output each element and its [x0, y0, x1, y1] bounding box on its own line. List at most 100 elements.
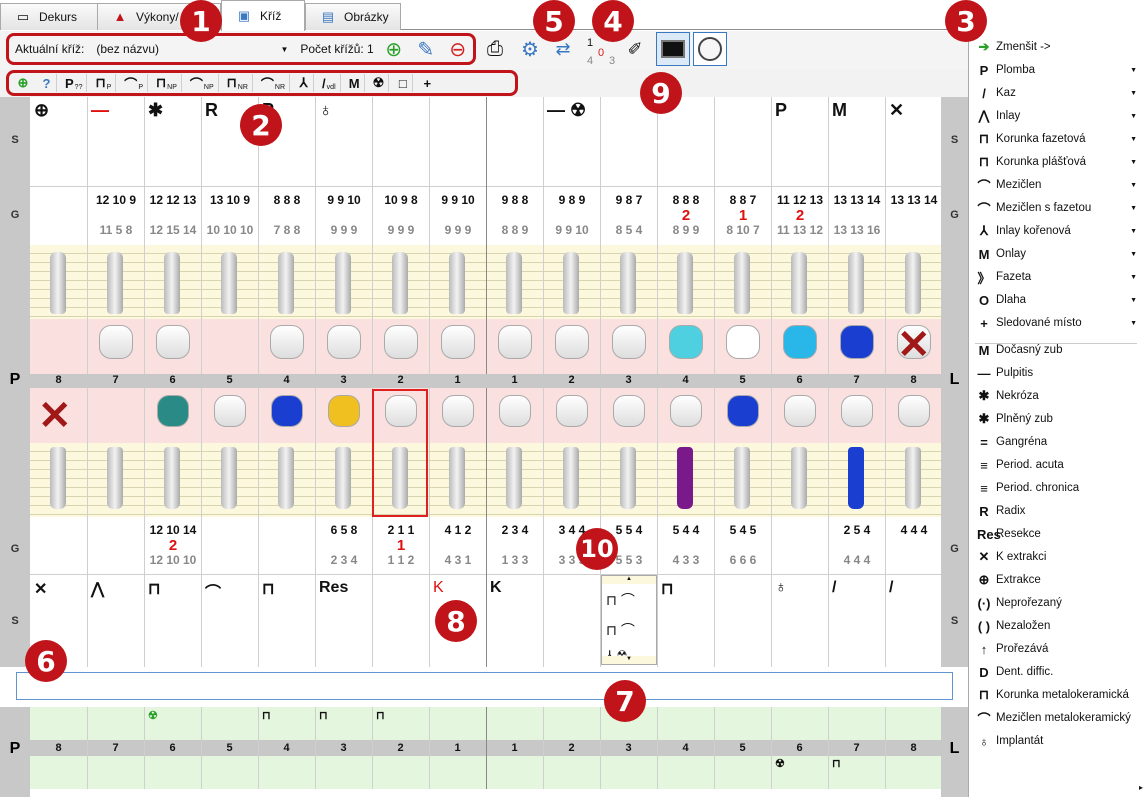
upper-crown[interactable]	[498, 325, 532, 359]
legend-item-3[interactable]: ⋀ Inlay ▼	[977, 105, 1137, 127]
lower-root[interactable]	[221, 447, 237, 509]
lower-root[interactable]	[620, 447, 636, 509]
upper-crown[interactable]	[99, 325, 133, 359]
tool-onlay[interactable]: M	[345, 74, 365, 92]
legend-item-22[interactable]: ✕ K extrakci	[977, 546, 1137, 568]
legend-item-21[interactable]: Res Resekce	[977, 523, 1137, 545]
lower-crown[interactable]	[670, 395, 702, 427]
tool-mezicl-nr[interactable]: ⌒ NR	[257, 74, 291, 92]
lower-crown[interactable]	[214, 395, 246, 427]
lower-root[interactable]	[449, 447, 465, 509]
upper-symbol[interactable]: — ☢	[547, 100, 586, 121]
chevron-down-icon[interactable]: ▼	[1130, 228, 1137, 235]
lower-symbol[interactable]: Res	[319, 579, 348, 597]
upper-symbol[interactable]: —	[91, 100, 109, 121]
upper-symbol[interactable]: ✕	[889, 100, 904, 121]
lower-crown[interactable]	[442, 395, 474, 427]
legend-item-5[interactable]: ⊓ Korunka plášťová ▼	[977, 151, 1137, 173]
lower-symbol[interactable]: ⌒	[205, 579, 221, 603]
lower-root[interactable]	[506, 447, 522, 509]
upper-root[interactable]	[734, 252, 750, 314]
lower-symbol[interactable]: ✕	[34, 579, 47, 599]
legend-item-7[interactable]: ⌒ Mezičlen s fazetou ▼	[977, 197, 1137, 219]
upper-root[interactable]	[848, 252, 864, 314]
legend-item-1[interactable]: P Plomba ▼	[977, 59, 1137, 81]
chevron-down-icon[interactable]: ▼	[1130, 320, 1137, 327]
upper-root[interactable]	[50, 252, 66, 314]
lower-root[interactable]	[905, 447, 921, 509]
tool-plus[interactable]: +	[417, 74, 437, 92]
legend-item-6[interactable]: ⌒ Mezičlen ▼	[977, 174, 1137, 196]
upper-crown[interactable]	[441, 325, 475, 359]
upper-root[interactable]	[392, 252, 408, 314]
chevron-down-icon[interactable]: ▼	[1130, 274, 1137, 281]
legend-item-23[interactable]: ⊕ Extrakce	[977, 569, 1137, 591]
lower-symbol[interactable]: ♁	[775, 579, 787, 597]
tool-plomba[interactable]: P??	[61, 74, 88, 92]
lower-symbol[interactable]: ⊓	[262, 579, 274, 599]
lower-root[interactable]	[563, 447, 579, 509]
upper-symbol[interactable]: ♁	[319, 100, 333, 121]
legend-item-29[interactable]: ⌒ Mezičlen metalokeramický	[977, 707, 1137, 729]
mini-upper-symbol[interactable]: ⊓	[319, 709, 328, 722]
lower-crown[interactable]	[499, 395, 531, 427]
tool-korunka-np[interactable]: ⊓ NP	[152, 74, 182, 92]
chevron-down-icon[interactable]: ▼	[1130, 136, 1137, 143]
lower-root[interactable]	[335, 447, 351, 509]
upper-crown[interactable]	[840, 325, 874, 359]
upper-symbol[interactable]: M	[832, 100, 847, 121]
chevron-down-icon[interactable]: ▼	[1130, 251, 1137, 258]
lower-symbol[interactable]: ⊓	[148, 579, 160, 599]
mini-upper-symbol[interactable]: ☢	[148, 709, 158, 722]
print-settings-icon[interactable]: ⚙	[515, 34, 545, 64]
add-symbol-icon[interactable]: ⊕	[13, 74, 33, 92]
selected-tooth-frame[interactable]	[372, 389, 428, 517]
clock-button[interactable]	[693, 32, 727, 66]
delete-chart-icon[interactable]: ⊖	[446, 34, 470, 64]
lower-symbol[interactable]: /	[832, 579, 836, 597]
lower-root[interactable]	[278, 447, 294, 509]
legend-item-15[interactable]: ✱ Nekróza	[977, 385, 1137, 407]
upper-root[interactable]	[164, 252, 180, 314]
upper-root[interactable]	[107, 252, 123, 314]
upper-root[interactable]	[335, 252, 351, 314]
upper-crown[interactable]	[726, 325, 760, 359]
legend-item-28[interactable]: ⊓ Korunka metalokeramická	[977, 684, 1137, 706]
tool-korunka-p[interactable]: ⊓ P	[91, 74, 117, 92]
chevron-down-icon[interactable]: ▼	[1130, 205, 1137, 212]
legend-item-2[interactable]: / Kaz ▼	[977, 82, 1137, 104]
upper-crown[interactable]	[555, 325, 589, 359]
upper-root[interactable]	[791, 252, 807, 314]
popup-option-1[interactable]: ⊓ ⌒	[602, 584, 656, 616]
lower-root[interactable]	[677, 447, 693, 509]
upper-crown[interactable]	[327, 325, 361, 359]
legend-item-30[interactable]: ♁ Implantát	[977, 730, 1137, 752]
upper-crown[interactable]	[156, 325, 190, 359]
lower-root[interactable]	[791, 447, 807, 509]
tab-obrazky[interactable]: ▤ Obrázky	[305, 3, 401, 30]
terminal-button[interactable]	[656, 32, 690, 66]
legend-scroll-icon[interactable]: ▸	[1134, 783, 1148, 797]
legend-item-20[interactable]: R Radix	[977, 500, 1137, 522]
upper-crown[interactable]	[612, 325, 646, 359]
tool-radiation[interactable]: ☢	[369, 74, 390, 92]
legend-item-11[interactable]: O Dlaha ▼	[977, 289, 1137, 311]
lower-crown[interactable]	[328, 395, 360, 427]
lower-root[interactable]	[164, 447, 180, 509]
help-icon[interactable]: ?	[37, 74, 57, 92]
upper-crown[interactable]	[384, 325, 418, 359]
symbol-picker-popup[interactable]: ▲ ⊓ ⌒ ⊓ ⌒ ⅄ ☢ ▼	[601, 575, 657, 665]
tool-mezicl-p[interactable]: ⌒ P	[120, 74, 148, 92]
chevron-down-icon[interactable]: ▼	[1130, 297, 1137, 304]
lower-crown[interactable]	[157, 395, 189, 427]
upper-crown[interactable]	[783, 325, 817, 359]
upper-symbol[interactable]: R	[205, 100, 218, 121]
upper-root[interactable]	[278, 252, 294, 314]
upper-root[interactable]	[677, 252, 693, 314]
lower-root[interactable]	[50, 447, 66, 509]
lower-symbol[interactable]: ⋀	[91, 579, 104, 599]
legend-item-10[interactable]: 》 Fazeta ▼	[977, 266, 1137, 288]
upper-symbol[interactable]: ✱	[148, 100, 163, 121]
popup-option-2[interactable]: ⊓ ⌒	[602, 616, 656, 644]
lower-symbol[interactable]: K	[433, 579, 444, 597]
